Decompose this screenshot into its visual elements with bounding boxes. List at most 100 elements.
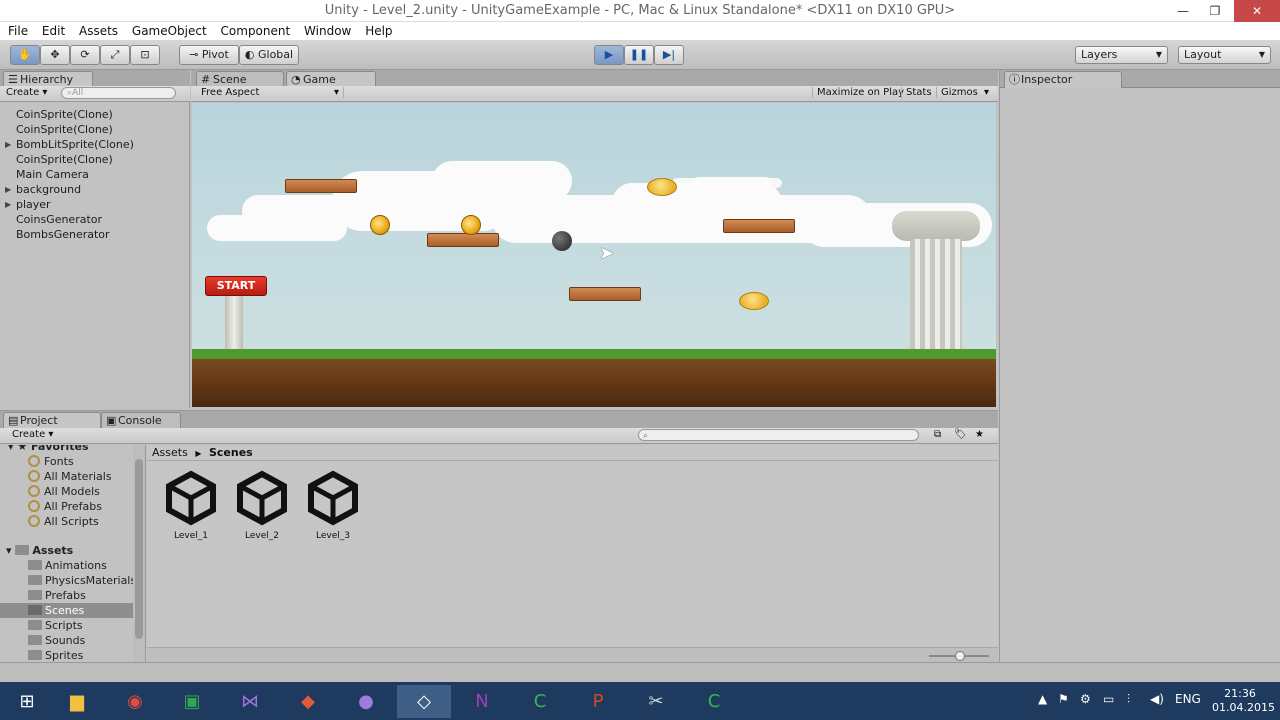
gizmos-dropdown[interactable]: Gizmos ▾ bbox=[936, 87, 991, 98]
pivot-toggle[interactable]: ⊸ Pivot bbox=[179, 45, 239, 65]
expand-arrow-icon[interactable]: ▶ bbox=[5, 185, 11, 194]
hierarchy-item[interactable]: CoinSprite(Clone) bbox=[16, 107, 113, 122]
asset-folder[interactable]: PhysicsMaterials bbox=[28, 573, 136, 588]
hierarchy-item[interactable]: CoinsGenerator bbox=[16, 212, 102, 227]
pause-button[interactable]: ❚❚ bbox=[624, 45, 654, 65]
project-create-button[interactable]: Create ▾ bbox=[12, 429, 53, 440]
maximize-on-play-toggle[interactable]: Maximize on Play bbox=[812, 87, 904, 98]
language-indicator[interactable]: ENG bbox=[1175, 692, 1201, 706]
layers-dropdown[interactable]: Layers ▼ bbox=[1075, 46, 1168, 64]
asset-folder-label: Scenes bbox=[45, 604, 85, 617]
store-icon[interactable]: ▣ bbox=[165, 685, 219, 718]
menu-gameobject[interactable]: GameObject bbox=[132, 22, 207, 40]
chevron-down-icon: ▾ bbox=[333, 87, 339, 98]
favorites-header[interactable]: ▾ ★ Favorites bbox=[8, 445, 89, 454]
favorite-item[interactable]: All Materials bbox=[28, 469, 112, 484]
minimize-button[interactable]: — bbox=[1168, 0, 1198, 22]
powerpoint-icon[interactable]: P bbox=[571, 685, 625, 718]
chrome-icon[interactable]: ◉ bbox=[108, 685, 162, 718]
onenote-icon[interactable]: N bbox=[455, 685, 509, 718]
hierarchy-item[interactable]: background bbox=[16, 182, 81, 197]
menu-edit[interactable]: Edit bbox=[42, 22, 65, 40]
asset-folder[interactable]: Sounds bbox=[28, 633, 85, 648]
asset-folder[interactable]: Scripts bbox=[28, 618, 83, 633]
aspect-label: Free Aspect bbox=[201, 87, 260, 98]
move-tool-button[interactable]: ✥ bbox=[40, 45, 70, 65]
asset-folder-selected[interactable]: Scenes bbox=[28, 603, 84, 618]
scrollbar-thumb[interactable] bbox=[135, 459, 143, 639]
monitor-icon[interactable]: ▭ bbox=[1103, 692, 1114, 706]
rotate-tool-button[interactable]: ⟳ bbox=[70, 45, 100, 65]
unity-icon[interactable]: ◇ bbox=[397, 685, 451, 718]
tab-inspector[interactable]: ⓘ Inspector bbox=[1004, 71, 1122, 88]
breadcrumb-assets[interactable]: Assets bbox=[152, 446, 188, 459]
asset-folder[interactable]: Prefabs bbox=[28, 588, 86, 603]
volume-icon[interactable]: ◀) bbox=[1150, 692, 1164, 706]
scene-asset[interactable]: Level_3 bbox=[299, 470, 367, 541]
tree-scrollbar[interactable] bbox=[133, 445, 145, 663]
menu-assets[interactable]: Assets bbox=[79, 22, 118, 40]
favorite-item[interactable]: All Prefabs bbox=[28, 499, 102, 514]
git-icon[interactable]: ◆ bbox=[281, 685, 335, 718]
hierarchy-item[interactable]: CoinSprite(Clone) bbox=[16, 152, 113, 167]
wifi-icon[interactable]: ⫶ bbox=[1127, 692, 1130, 707]
tab-console[interactable]: ▣ Console bbox=[101, 412, 181, 429]
folder-icon bbox=[15, 545, 30, 555]
hierarchy-item[interactable]: BombsGenerator bbox=[16, 227, 110, 242]
slider-thumb[interactable] bbox=[955, 651, 965, 661]
menu-bar: File Edit Assets GameObject Component Wi… bbox=[0, 22, 1280, 40]
hierarchy-item[interactable]: Main Camera bbox=[16, 167, 89, 182]
step-button[interactable]: ▶| bbox=[654, 45, 684, 65]
hierarchy-item[interactable]: player bbox=[16, 197, 51, 212]
assets-header[interactable]: ▾ Assets bbox=[6, 543, 73, 558]
menu-component[interactable]: Component bbox=[221, 22, 291, 40]
expand-arrow-icon[interactable]: ▶ bbox=[5, 140, 11, 149]
clock[interactable]: 21:36 01.04.2015 bbox=[1212, 687, 1275, 715]
global-toggle[interactable]: ◐ Global bbox=[239, 45, 299, 65]
scale-tool-button[interactable]: ⤢ bbox=[100, 45, 130, 65]
favorite-item[interactable]: All Scripts bbox=[28, 514, 99, 529]
menu-window[interactable]: Window bbox=[304, 22, 351, 40]
favorite-item[interactable]: All Models bbox=[28, 484, 100, 499]
menu-file[interactable]: File bbox=[8, 22, 28, 40]
snipping-tool-icon[interactable]: ✂ bbox=[629, 685, 683, 718]
rect-tool-button[interactable]: ⊡ bbox=[130, 45, 160, 65]
asset-folder[interactable]: Sprites bbox=[28, 648, 83, 663]
filter-type-icon[interactable]: ⧉ bbox=[934, 429, 941, 440]
tab-project[interactable]: ▤ Project bbox=[3, 412, 101, 429]
flag-icon[interactable]: ⚑ bbox=[1058, 692, 1069, 706]
create-button[interactable]: Create ▾ bbox=[6, 87, 47, 98]
visual-studio-icon[interactable]: ⋈ bbox=[223, 685, 277, 718]
breadcrumb-scenes[interactable]: Scenes bbox=[209, 446, 253, 459]
filter-label-icon[interactable]: 🏷 bbox=[954, 429, 967, 440]
asset-folder[interactable]: Animations bbox=[28, 558, 107, 573]
windows-start-icon[interactable]: ⊞ bbox=[0, 685, 54, 718]
github-icon[interactable]: ● bbox=[339, 685, 393, 718]
menu-help[interactable]: Help bbox=[365, 22, 392, 40]
file-explorer-icon[interactable]: ▆ bbox=[50, 685, 104, 718]
favorite-star-icon[interactable]: ★ bbox=[975, 429, 984, 440]
hierarchy-item[interactable]: BombLitSprite(Clone) bbox=[16, 137, 134, 152]
scene-asset[interactable]: Level_2 bbox=[228, 470, 296, 541]
camtasia-icon[interactable]: C bbox=[513, 685, 567, 718]
expand-arrow-icon[interactable]: ▶ bbox=[5, 200, 11, 209]
favorite-item[interactable]: Fonts bbox=[28, 454, 74, 469]
mouse-cursor-icon: ➤ bbox=[599, 243, 615, 264]
scene-asset[interactable]: Level_1 bbox=[157, 470, 225, 541]
game-view[interactable]: ➤ START bbox=[192, 103, 996, 407]
network-status-icon[interactable]: ⚙ bbox=[1080, 692, 1091, 706]
project-search-input[interactable]: ⌕ bbox=[638, 429, 919, 441]
stats-toggle[interactable]: Stats bbox=[901, 87, 932, 98]
hierarchy-item[interactable]: CoinSprite(Clone) bbox=[16, 122, 113, 137]
play-button[interactable]: ▶ bbox=[594, 45, 624, 65]
close-button[interactable]: ✕ bbox=[1234, 0, 1280, 22]
scene-asset-label: Level_2 bbox=[245, 531, 279, 541]
show-hidden-icons[interactable]: ▲ bbox=[1038, 692, 1047, 706]
hierarchy-search-input[interactable]: ⌕All bbox=[61, 87, 176, 99]
layout-dropdown[interactable]: Layout ▼ bbox=[1178, 46, 1271, 64]
hand-tool-button[interactable]: ✋ bbox=[10, 45, 40, 65]
inspector-panel: ⓘ Inspector bbox=[999, 70, 1280, 662]
camtasia-recorder-icon[interactable]: C bbox=[687, 685, 741, 718]
maximize-button[interactable]: ❐ bbox=[1200, 0, 1230, 22]
aspect-dropdown[interactable]: Free Aspect ▾ bbox=[201, 87, 344, 98]
